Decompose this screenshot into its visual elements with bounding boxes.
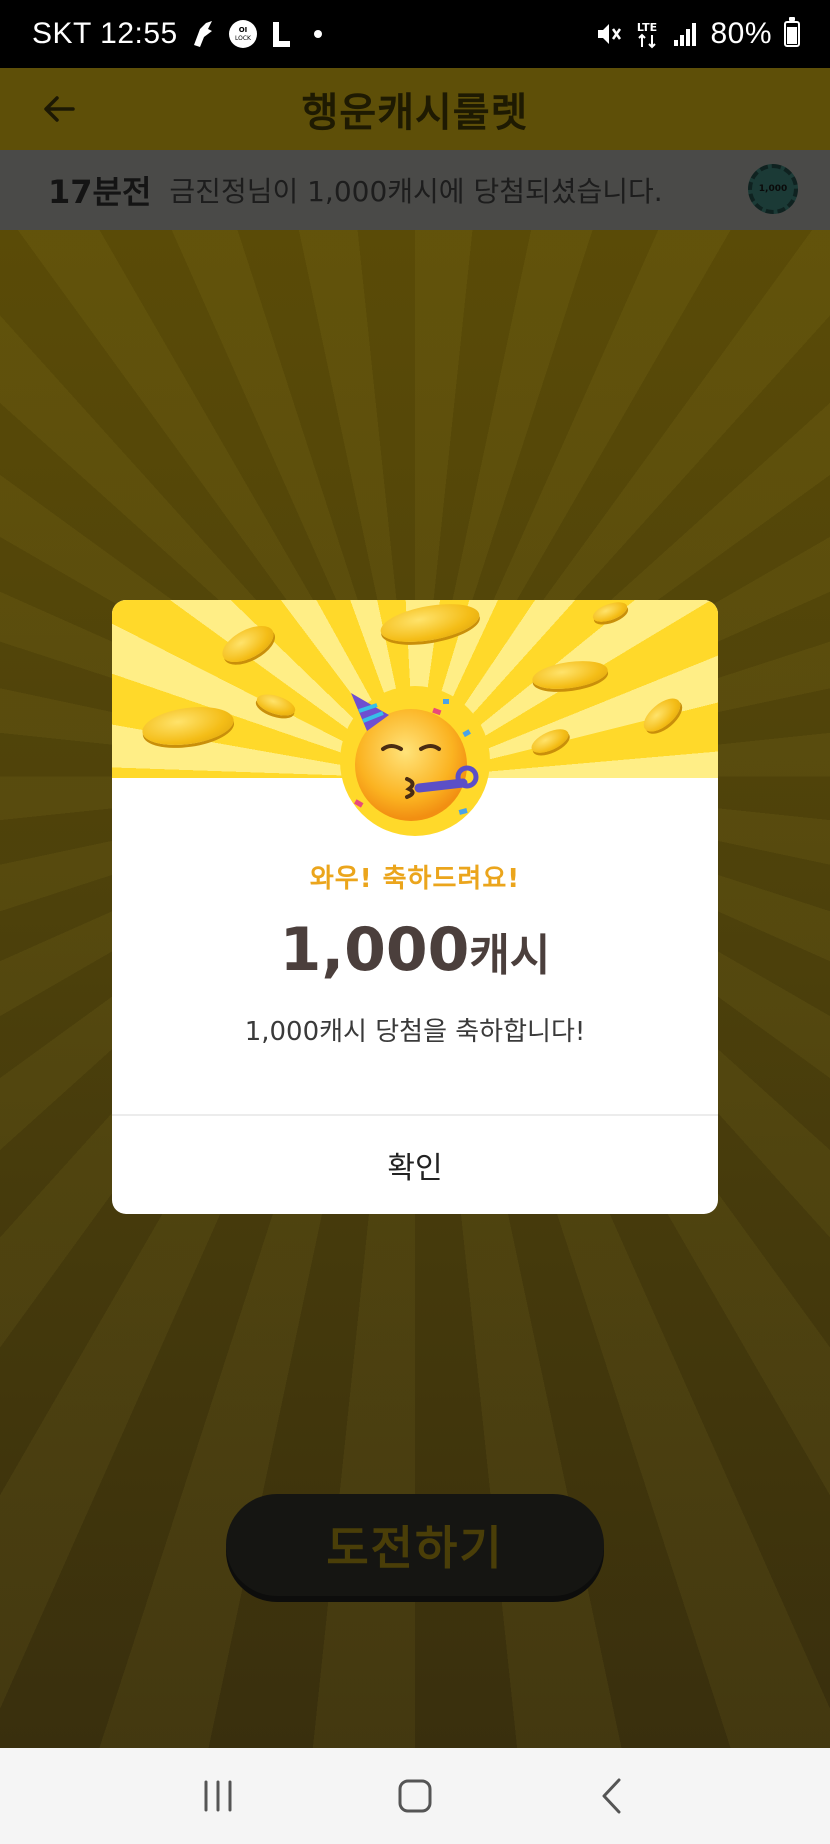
winner-ticker: 17분전 금진정님이 1,000캐시에 당첨되셨습니다. 1,000	[0, 150, 830, 230]
mute-icon	[594, 20, 622, 48]
lte-icon: LTE	[634, 19, 660, 49]
recent-apps-icon	[204, 1780, 232, 1812]
status-left: SKT 12:55 OI LOCK	[32, 17, 322, 51]
partying-face-icon	[351, 693, 479, 821]
dialog-description: 1,000캐시 당첨을 축하합니다!	[244, 1017, 586, 1047]
bird-icon	[190, 19, 216, 49]
page-title: 행운캐시룰렛	[301, 90, 529, 136]
coin-badge-text: 1,000	[758, 184, 788, 194]
dialog-body: 와우! 축하드려요! 1,000캐시 1,000캐시 당첨을 축하합니다!	[112, 858, 718, 1048]
svg-text:LOCK: LOCK	[235, 35, 252, 42]
svg-text:LTE: LTE	[637, 21, 657, 34]
nav-back-button[interactable]	[572, 1766, 652, 1826]
prize-amount-number: 1,000	[279, 915, 470, 985]
confirm-label: 확인	[387, 1151, 443, 1186]
system-nav-bar	[0, 1748, 830, 1844]
back-icon	[602, 1778, 621, 1814]
congrats-dialog: 와우! 축하드려요! 1,000캐시 1,000캐시 당첨을 축하합니다! 확인	[112, 600, 718, 1214]
challenge-label: 도전하기	[326, 1521, 504, 1575]
emoji-holder	[340, 686, 490, 836]
app-header: 행운캐시룰렛	[0, 68, 830, 150]
prize-amount-unit: 캐시	[469, 930, 551, 981]
battery-percent: 80%	[710, 17, 772, 50]
recent-apps-button[interactable]	[178, 1766, 258, 1826]
ticker-time: 17분전	[48, 173, 152, 211]
dialog-headline: 와우! 축하드려요!	[309, 864, 521, 894]
confirm-button[interactable]: 확인	[112, 1116, 718, 1214]
signal-icon	[672, 20, 698, 48]
prize-amount: 1,000캐시	[112, 915, 718, 985]
back-button[interactable]	[34, 84, 84, 134]
carrier-time: SKT 12:55	[32, 17, 178, 50]
battery-icon	[784, 17, 800, 47]
ticker-message: 금진정님이 1,000캐시에 당첨되셨습니다.	[169, 175, 663, 208]
arrow-left-icon	[44, 96, 75, 122]
status-right: LTE 80%	[594, 17, 800, 51]
home-icon	[398, 1779, 432, 1813]
oi-lock-icon: OI LOCK	[228, 19, 258, 49]
home-button[interactable]	[375, 1766, 455, 1826]
dot-icon	[313, 30, 322, 38]
status-bar: SKT 12:55 OI LOCK LTE 80%	[0, 0, 830, 68]
cash-coin-icon: 1,000	[748, 164, 798, 214]
l-app-icon	[270, 19, 292, 49]
svg-text:OI: OI	[238, 26, 247, 34]
challenge-button[interactable]: 도전하기	[226, 1494, 604, 1596]
